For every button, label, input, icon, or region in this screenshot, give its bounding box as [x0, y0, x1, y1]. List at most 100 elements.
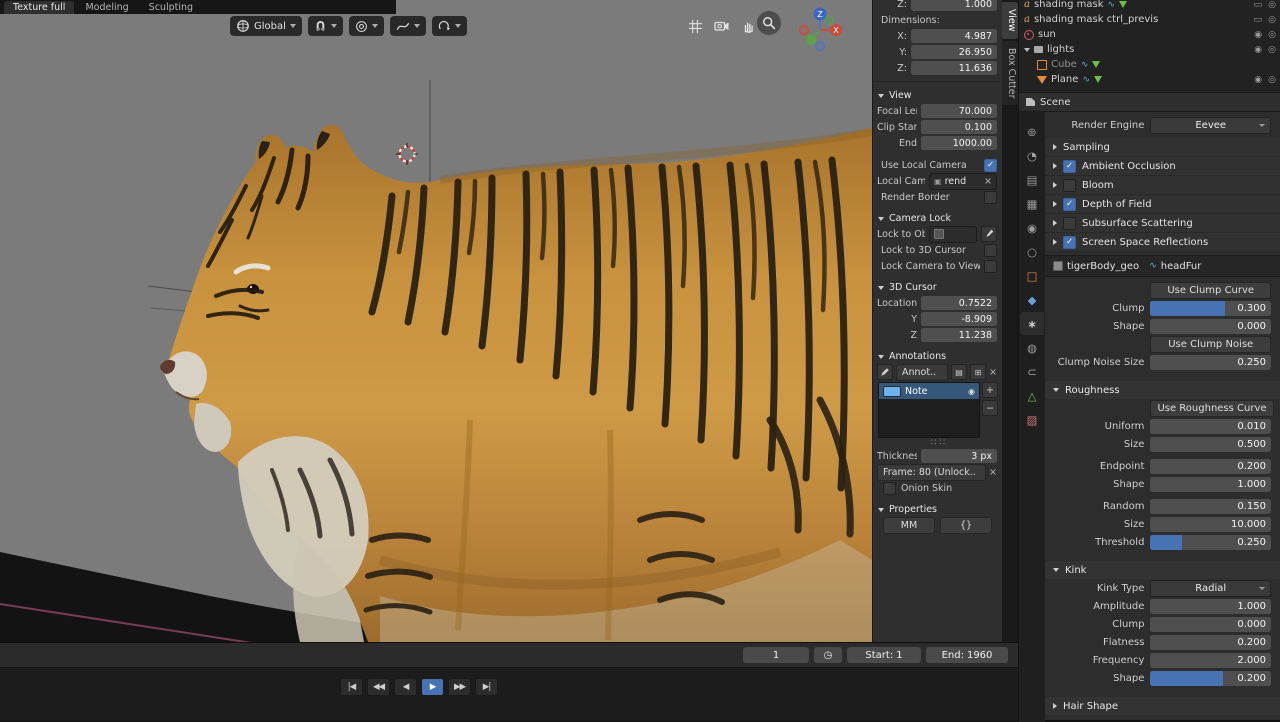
current-frame-field[interactable]: 1 — [743, 647, 809, 663]
jump-to-end-button[interactable]: ▶| — [475, 678, 498, 696]
breadcrumb-particle-system[interactable]: ∿ headFur — [1149, 261, 1201, 272]
use-clump-noise-button[interactable]: Use Clump Noise — [1150, 335, 1271, 353]
annotation-layer-list[interactable]: Note ◉ — [878, 382, 980, 438]
lock-camera-to-view-checkbox[interactable] — [984, 259, 997, 273]
bloom-checkbox[interactable] — [1063, 178, 1076, 192]
hide-icon[interactable]: ◉ — [1254, 75, 1262, 85]
render-engine-dropdown[interactable]: Eevee — [1150, 116, 1271, 134]
section-bloom[interactable]: Bloom — [1045, 176, 1280, 195]
breadcrumb-object[interactable]: tigerBody_geo — [1053, 261, 1139, 272]
lock-to-object-field[interactable] — [929, 225, 977, 243]
kink-amplitude-slider[interactable]: 1.000 — [1150, 598, 1271, 614]
add-layer-button[interactable]: + — [982, 382, 998, 398]
snap-toggle[interactable] — [307, 16, 343, 36]
hide-icon[interactable]: ◉ — [1254, 30, 1262, 40]
outliner-row[interactable]: sun ◉ ◎ — [1019, 27, 1280, 42]
subsurface-scattering-checkbox[interactable] — [1063, 216, 1076, 230]
tab-box-cutter[interactable]: Box Cutter — [1002, 40, 1018, 106]
expand-arrow-icon[interactable] — [1024, 47, 1030, 52]
3d-viewport[interactable]: Texture full Modeling Sculpting Global Z… — [0, 0, 872, 642]
disable-render-icon[interactable]: ◎ — [1268, 75, 1276, 85]
tiger-model[interactable] — [160, 124, 872, 642]
play-reverse-button[interactable]: ◀ — [394, 678, 417, 696]
braces-button[interactable]: {} — [940, 516, 992, 534]
play-button[interactable]: ▶ — [421, 678, 444, 696]
local-camera-field[interactable]: ▣ rend × — [929, 172, 997, 190]
thickness-field[interactable]: 3 px — [921, 449, 997, 463]
tab-output[interactable]: ▤ — [1020, 168, 1044, 191]
proportional-falloff-dropdown[interactable] — [389, 16, 426, 36]
annotation-layers-button[interactable]: ▤ — [951, 364, 968, 380]
section-ambient-occlusion[interactable]: Ambient Occlusion — [1045, 157, 1280, 176]
tab-material[interactable]: ▨ — [1020, 408, 1044, 431]
section-depth-of-field[interactable]: Depth of Field — [1045, 195, 1280, 214]
section-subsurface-scattering[interactable]: Subsurface Scattering — [1045, 214, 1280, 233]
clump-noise-size-slider[interactable]: 0.250 — [1150, 354, 1271, 370]
kink-shape-slider[interactable]: 0.200 — [1150, 670, 1271, 686]
annotation-name-field[interactable]: Annot.. — [896, 363, 949, 381]
3d-cursor-section-header[interactable]: 3D Cursor — [873, 279, 1003, 295]
prev-keyframe-button[interactable]: ◀◀ — [367, 678, 390, 696]
outliner-row[interactable]: a shading mask ctrl_previs ▭ ◎ — [1019, 12, 1280, 27]
rough-random-size-slider[interactable]: 10.000 — [1150, 516, 1271, 532]
tab-tool[interactable]: ⊛ — [1020, 120, 1044, 143]
annotation-frame-button[interactable]: Frame: 80 (Unlock.. — [877, 463, 987, 481]
kink-type-dropdown[interactable]: Radial — [1150, 579, 1271, 597]
disable-render-icon[interactable]: ◎ — [1268, 45, 1276, 55]
disable-viewport-icon[interactable]: ▭ — [1254, 0, 1263, 10]
camera-view-button[interactable] — [713, 17, 731, 35]
disable-viewport-icon[interactable]: ▭ — [1254, 15, 1263, 25]
rough-uniform-slider[interactable]: 0.010 — [1150, 418, 1271, 434]
onion-skin-checkbox[interactable] — [883, 481, 896, 495]
mm-button[interactable]: MM — [883, 516, 935, 534]
gizmo-y-axis[interactable] — [805, 34, 817, 46]
transform-z-field[interactable]: 1.000 — [911, 0, 997, 11]
section-screen-space-reflections[interactable]: Screen Space Reflections — [1045, 233, 1280, 252]
gizmo-neg-z[interactable] — [814, 40, 826, 52]
eye-icon[interactable]: ◉ — [968, 387, 975, 396]
gizmo-neg-y[interactable] — [824, 15, 834, 25]
annotation-duplicate-button[interactable]: ⊞ — [970, 364, 987, 380]
dim-x-field[interactable]: 4.987 — [911, 29, 997, 43]
tab-view[interactable]: View — [1002, 2, 1018, 39]
gizmo-neg-x[interactable] — [798, 24, 810, 36]
frame-start-field[interactable]: Start: 1 — [847, 647, 921, 663]
move-view-button[interactable] — [740, 17, 758, 35]
hide-icon[interactable]: ◉ — [1254, 45, 1262, 55]
3d-cursor[interactable] — [396, 143, 418, 168]
clump-slider[interactable]: 0.300 — [1150, 300, 1271, 316]
disable-render-icon[interactable]: ◎ — [1268, 30, 1276, 40]
auto-keying-button[interactable]: ◷ — [814, 647, 842, 663]
frame-end-field[interactable]: End: 1960 — [926, 647, 1008, 663]
hair-shape-section-header[interactable]: Hair Shape — [1045, 697, 1280, 715]
outliner[interactable]: a shading mask ∿ ▭ ◎ a shading mask ctrl… — [1019, 0, 1280, 92]
clip-end-field[interactable]: 1000.00 — [921, 136, 997, 150]
cursor-x-field[interactable]: 0.7522 — [921, 296, 997, 310]
eyedropper-button[interactable] — [981, 226, 997, 242]
transform-pivot-dropdown[interactable] — [431, 16, 467, 36]
zoom-view-button[interactable] — [757, 11, 781, 35]
annotation-layer-row[interactable]: Note ◉ — [879, 383, 979, 399]
kink-frequency-slider[interactable]: 2.000 — [1150, 652, 1271, 668]
clip-start-field[interactable]: 0.100 — [921, 120, 997, 134]
show-overlays-button[interactable] — [686, 17, 704, 35]
outliner-row-collection[interactable]: lights ◉ ◎ — [1019, 42, 1280, 57]
kink-clump-slider[interactable]: 0.000 — [1150, 616, 1271, 632]
rough-endpoint-slider[interactable]: 0.200 — [1150, 458, 1271, 474]
tab-scene[interactable]: ◉ — [1020, 216, 1044, 239]
properties-section-header[interactable]: Properties — [873, 501, 1003, 517]
rough-size-slider[interactable]: 0.500 — [1150, 436, 1271, 452]
depth-of-field-checkbox[interactable] — [1063, 197, 1076, 211]
layer-color-swatch[interactable] — [883, 385, 901, 397]
tab-object[interactable]: □ — [1020, 264, 1044, 287]
next-keyframe-button[interactable]: ▶▶ — [448, 678, 471, 696]
render-border-checkbox[interactable] — [984, 190, 997, 204]
tab-render[interactable]: ◔ — [1020, 144, 1044, 167]
tab-object-data[interactable]: △ — [1020, 384, 1044, 407]
disable-render-icon[interactable]: ◎ — [1268, 15, 1276, 25]
annotation-close-icon[interactable]: × — [989, 367, 997, 378]
focal-length-field[interactable]: 70.000 — [921, 104, 997, 118]
tab-physics[interactable]: ◍ — [1020, 336, 1044, 359]
transform-orientation-dropdown[interactable]: Global — [230, 16, 302, 36]
use-roughness-curve-button[interactable]: Use Roughness Curve — [1150, 399, 1274, 417]
